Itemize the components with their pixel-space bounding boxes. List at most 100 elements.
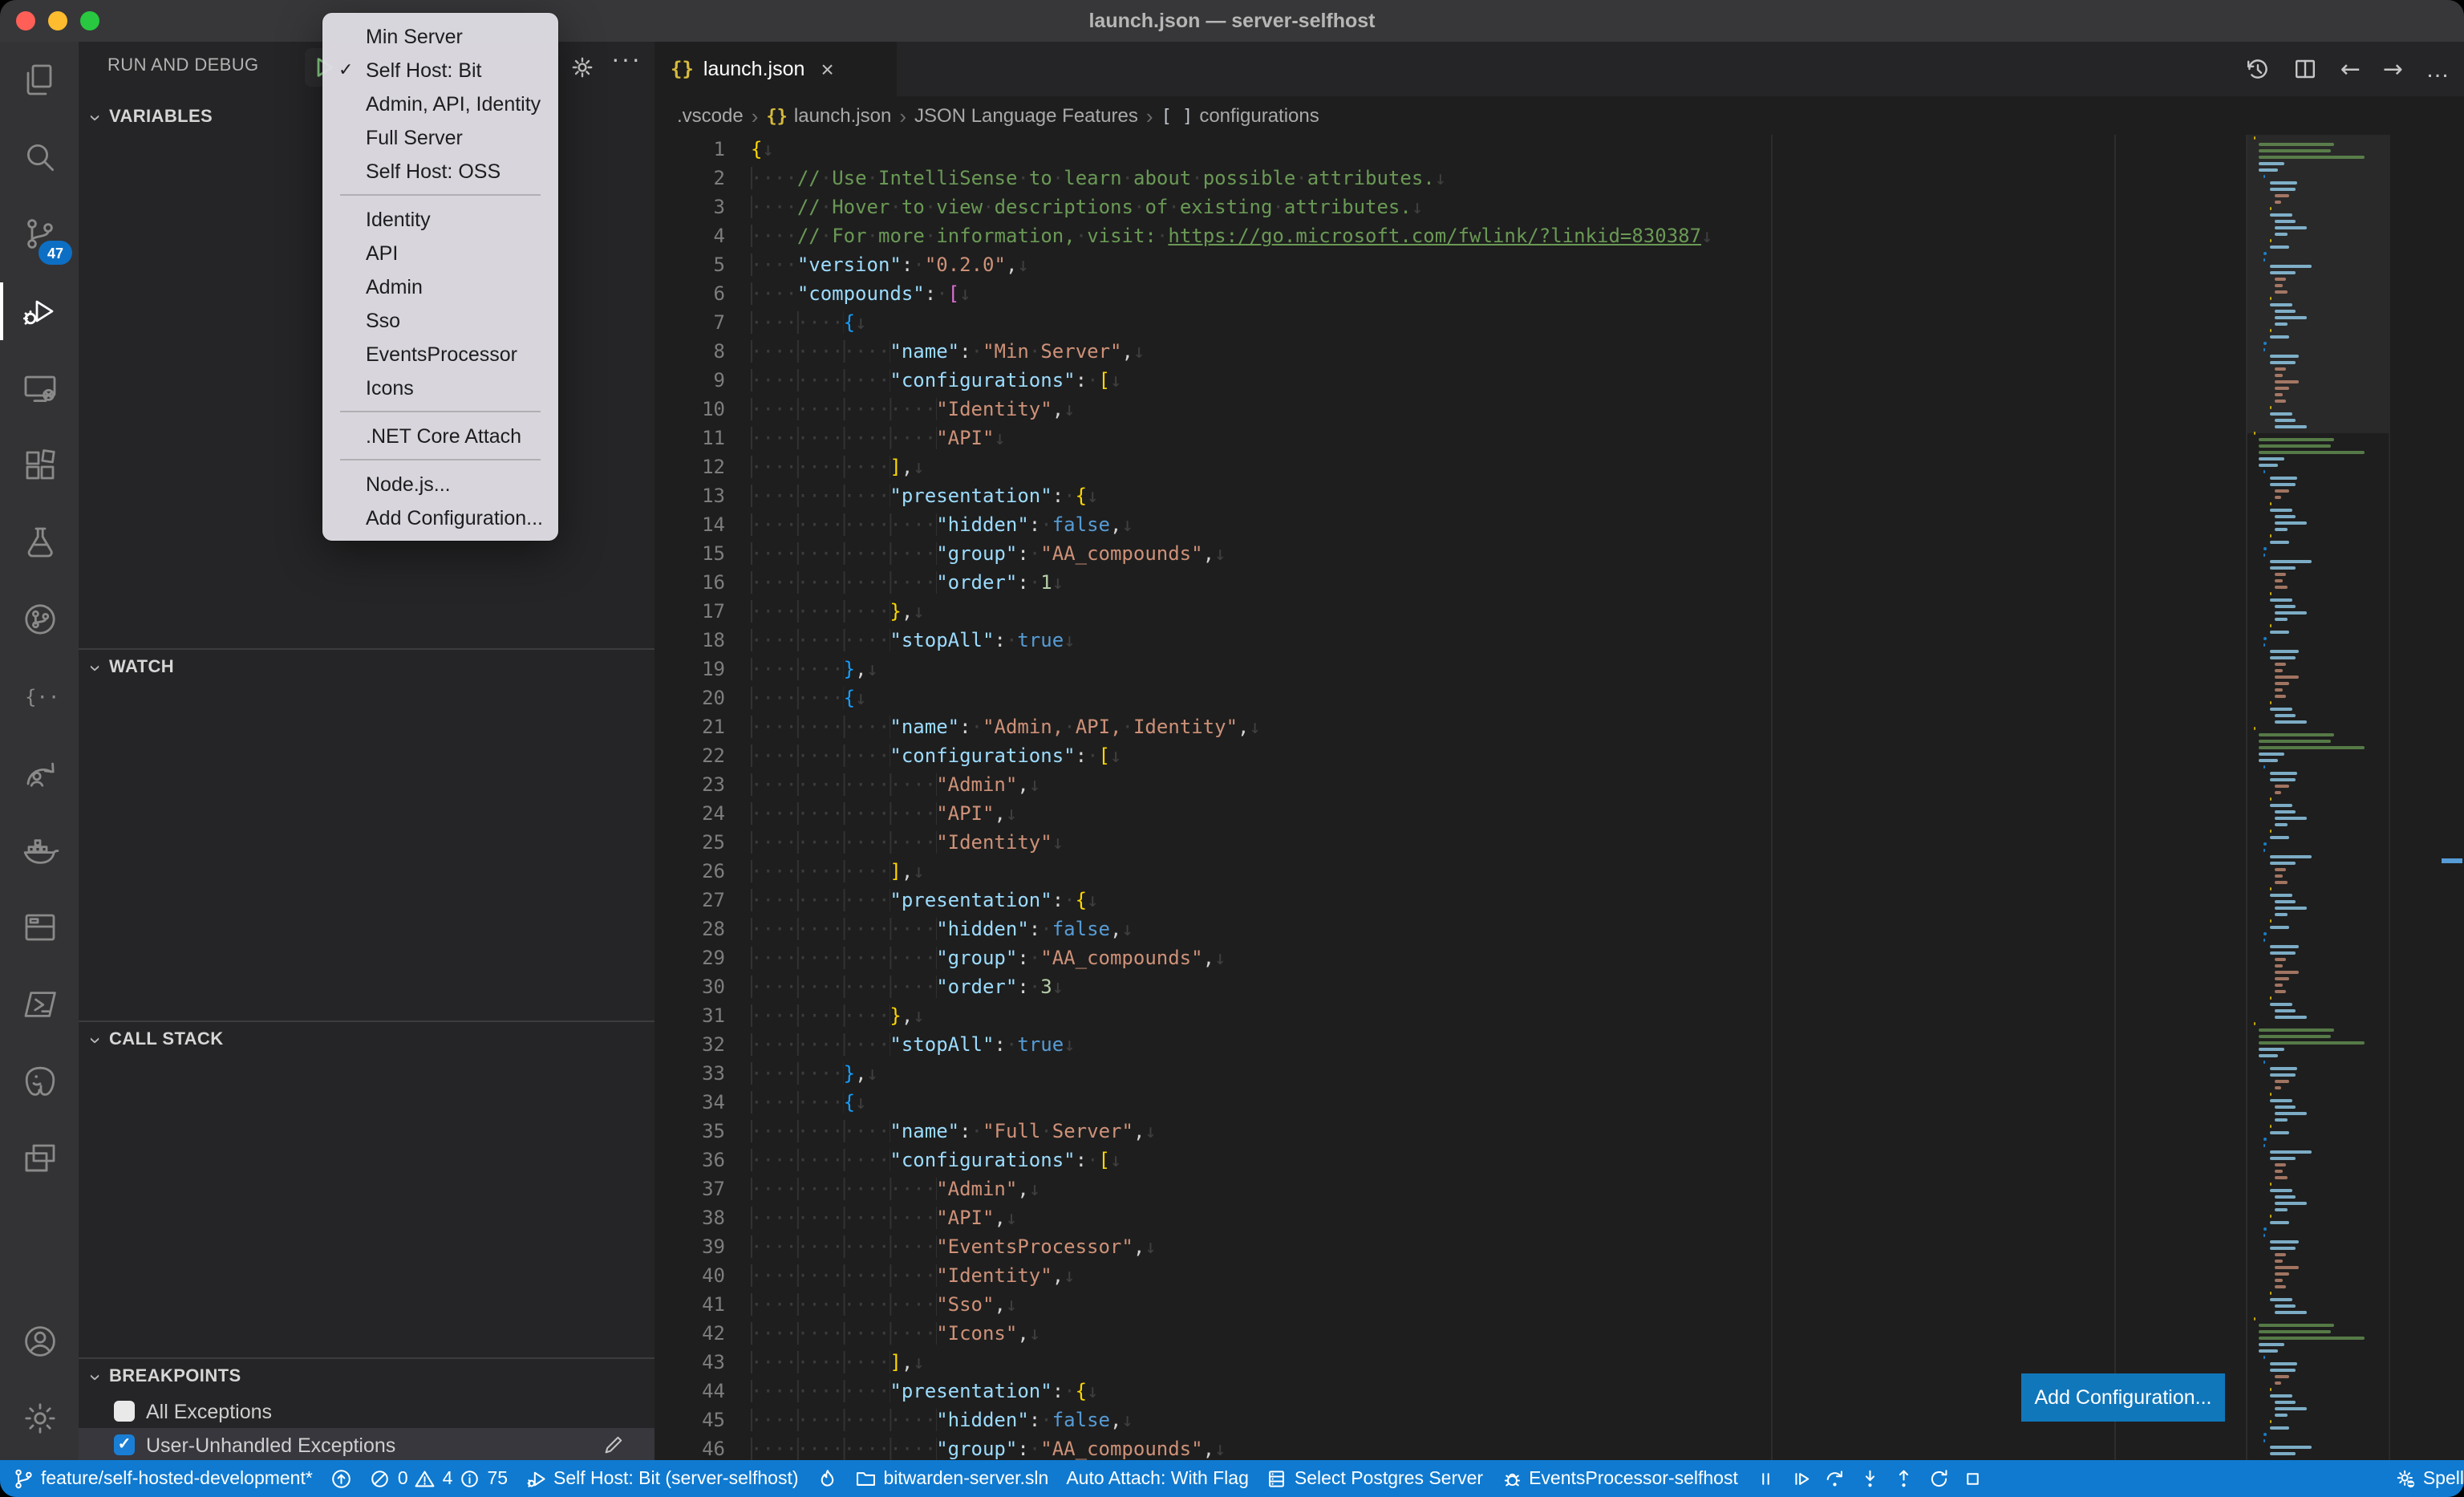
code-line-40[interactable]: 40················"Identity",	[654, 1261, 2464, 1290]
code-line-46[interactable]: 46················"group":·"AA_compounds…	[654, 1434, 2464, 1460]
minimap[interactable]	[2246, 135, 2389, 1460]
code-line-10[interactable]: 10················"Identity",	[654, 395, 2464, 424]
status-item-solution[interactable]: bitwarden-server.sln	[856, 1468, 1049, 1490]
minimap-slider[interactable]	[2247, 135, 2389, 433]
code-line-18[interactable]: 18············"stopAll":·true	[654, 626, 2464, 655]
tab-launch-json[interactable]: {} launch.json ×	[654, 42, 897, 96]
activity-bar-item-storage[interactable]	[0, 889, 79, 966]
split-editor-button[interactable]	[2292, 56, 2318, 82]
code-line-14[interactable]: 14················"hidden":·false,	[654, 510, 2464, 539]
code-line-7[interactable]: 7········{	[654, 308, 2464, 337]
code-line-21[interactable]: 21············"name":·"Admin,·API,·Ident…	[654, 712, 2464, 741]
code-line-6[interactable]: 6····"compounds":·[	[654, 279, 2464, 308]
code-line-1[interactable]: 1{	[654, 135, 2464, 164]
code-line-42[interactable]: 42················"Icons",	[654, 1319, 2464, 1348]
activity-bar-item-accounts[interactable]	[0, 1303, 79, 1380]
status-item-publish[interactable]	[330, 1468, 352, 1490]
status-item-debug-step-over[interactable]	[1825, 1468, 1846, 1490]
activity-bar-item-window-layouts[interactable]	[0, 1120, 79, 1197]
code-line-43[interactable]: 43············],	[654, 1348, 2464, 1377]
code-line-16[interactable]: 16················"order":·1	[654, 568, 2464, 597]
navigate-back-button[interactable]: ←	[2340, 55, 2361, 83]
menu-item-self-host-bit[interactable]: ✓Self Host: Bit	[329, 53, 552, 87]
status-item-spell-checker[interactable]: Spell	[2395, 1468, 2464, 1490]
code-line-27[interactable]: 27············"presentation":·{	[654, 886, 2464, 915]
overview-ruler-scrollbar[interactable]	[2389, 135, 2464, 1460]
status-item-debug-step-out[interactable]	[1894, 1468, 1915, 1490]
status-item-postgres-server[interactable]: Select Postgres Server	[1266, 1468, 1483, 1490]
code-line-11[interactable]: 11················"API"	[654, 424, 2464, 452]
menu-item-identity[interactable]: Identity	[329, 202, 552, 236]
status-item-flame[interactable]	[817, 1468, 838, 1490]
code-line-13[interactable]: 13············"presentation":·{	[654, 481, 2464, 510]
code-line-35[interactable]: 35············"name":·"Full·Server",	[654, 1117, 2464, 1146]
code-line-17[interactable]: 17············},	[654, 597, 2464, 626]
menu-item-api[interactable]: API	[329, 236, 552, 270]
code-editor[interactable]: 1{2····//·Use·IntelliSense·to·learn·abou…	[654, 135, 2464, 1460]
code-line-28[interactable]: 28················"hidden":·false,	[654, 915, 2464, 943]
breadcrumb-item[interactable]: JSON Language Features	[914, 104, 1138, 127]
code-line-36[interactable]: 36············"configurations":·[	[654, 1146, 2464, 1174]
code-line-20[interactable]: 20········{	[654, 684, 2464, 712]
edit-breakpoint-button[interactable]	[602, 1433, 626, 1460]
status-item-debug-stop[interactable]	[1963, 1468, 1984, 1490]
code-line-24[interactable]: 24················"API",	[654, 799, 2464, 828]
activity-bar-item-run-and-debug[interactable]	[0, 273, 79, 350]
close-tab-icon[interactable]: ×	[821, 56, 833, 82]
menu-item-icons[interactable]: Icons	[329, 371, 552, 404]
status-item-debug-session[interactable]: EventsProcessor-selfhost	[1501, 1468, 1738, 1490]
code-line-23[interactable]: 23················"Admin",	[654, 770, 2464, 799]
activity-bar-item-settings[interactable]	[0, 1380, 79, 1457]
code-line-39[interactable]: 39················"EventsProcessor",	[654, 1232, 2464, 1261]
status-item-auto-attach[interactable]: Auto Attach: With Flag	[1066, 1469, 1249, 1488]
status-item-git-branch[interactable]: feature/self-hosted-development*	[13, 1468, 313, 1490]
code-line-4[interactable]: 4····//·For·more·information,·visit:·htt…	[654, 221, 2464, 250]
code-line-25[interactable]: 25················"Identity"	[654, 828, 2464, 857]
status-item-debug-restart[interactable]	[1928, 1468, 1950, 1490]
status-item-debug-launch-config[interactable]: Self Host: Bit (server-selfhost)	[525, 1468, 798, 1490]
activity-bar-item-postgresql[interactable]	[0, 1043, 79, 1120]
activity-bar-item-docker[interactable]	[0, 812, 79, 889]
breakpoint-row-0[interactable]: All Exceptions	[79, 1394, 654, 1428]
activity-bar-item-testing[interactable]	[0, 504, 79, 581]
menu-item-sso[interactable]: Sso	[329, 303, 552, 337]
breadcrumb-item[interactable]: {}launch.json	[766, 104, 891, 127]
menu-item-net-core-attach[interactable]: .NET Core Attach	[329, 419, 552, 452]
code-line-19[interactable]: 19········},	[654, 655, 2464, 684]
menu-item-full-server[interactable]: Full Server	[329, 120, 552, 154]
code-line-9[interactable]: 9············"configurations":·[	[654, 366, 2464, 395]
status-item-debug-continue[interactable]	[1790, 1468, 1812, 1490]
activity-bar-item-git-graph[interactable]	[0, 581, 79, 658]
code-line-12[interactable]: 12············],	[654, 452, 2464, 481]
code-line-26[interactable]: 26············],	[654, 857, 2464, 886]
code-line-32[interactable]: 32············"stopAll":·true	[654, 1030, 2464, 1059]
code-line-30[interactable]: 30················"order":·3	[654, 972, 2464, 1001]
breakpoint-checkbox[interactable]	[114, 1401, 135, 1422]
code-line-5[interactable]: 5····"version":·"0.2.0",	[654, 250, 2464, 279]
code-line-2[interactable]: 2····//·Use·IntelliSense·to·learn·about·…	[654, 164, 2464, 193]
code-line-29[interactable]: 29················"group":·"AA_compounds…	[654, 943, 2464, 972]
activity-bar-item-explorer[interactable]	[0, 42, 79, 119]
code-line-41[interactable]: 41················"Sso",	[654, 1290, 2464, 1319]
debug-settings-gear-button[interactable]	[565, 50, 600, 85]
activity-bar-item-search[interactable]	[0, 119, 79, 196]
breadcrumb-item[interactable]: .vscode	[677, 104, 744, 127]
menu-item-self-host-oss[interactable]: Self Host: OSS	[329, 154, 552, 188]
status-item-debug-pause[interactable]	[1756, 1468, 1777, 1490]
code-line-33[interactable]: 33········},	[654, 1059, 2464, 1088]
menu-item-admin[interactable]: Admin	[329, 270, 552, 303]
menu-item-admin-api-identity[interactable]: Admin, API, Identity	[329, 87, 552, 120]
code-line-3[interactable]: 3····//·Hover·to·view·descriptions·of·ex…	[654, 193, 2464, 221]
breakpoints-section-header[interactable]: › BREAKPOINTS	[79, 1359, 654, 1394]
menu-item-min-server[interactable]: Min Server	[329, 19, 552, 53]
status-item-debug-step-into[interactable]	[1859, 1468, 1881, 1490]
code-line-34[interactable]: 34········{	[654, 1088, 2464, 1117]
breadcrumb-item[interactable]: [ ]configurations	[1161, 104, 1319, 127]
code-line-15[interactable]: 15················"group":·"AA_compounds…	[654, 539, 2464, 568]
call-stack-section-header[interactable]: › CALL STACK	[79, 1022, 654, 1057]
add-configuration-button[interactable]: Add Configuration...	[2021, 1373, 2225, 1422]
code-line-8[interactable]: 8············"name":·"Min·Server",	[654, 337, 2464, 366]
breakpoint-row-1[interactable]: ✓User-Unhandled Exceptions	[79, 1428, 654, 1460]
status-item-problems-errors[interactable]: 0	[370, 1468, 408, 1490]
code-line-37[interactable]: 37················"Admin",	[654, 1174, 2464, 1203]
